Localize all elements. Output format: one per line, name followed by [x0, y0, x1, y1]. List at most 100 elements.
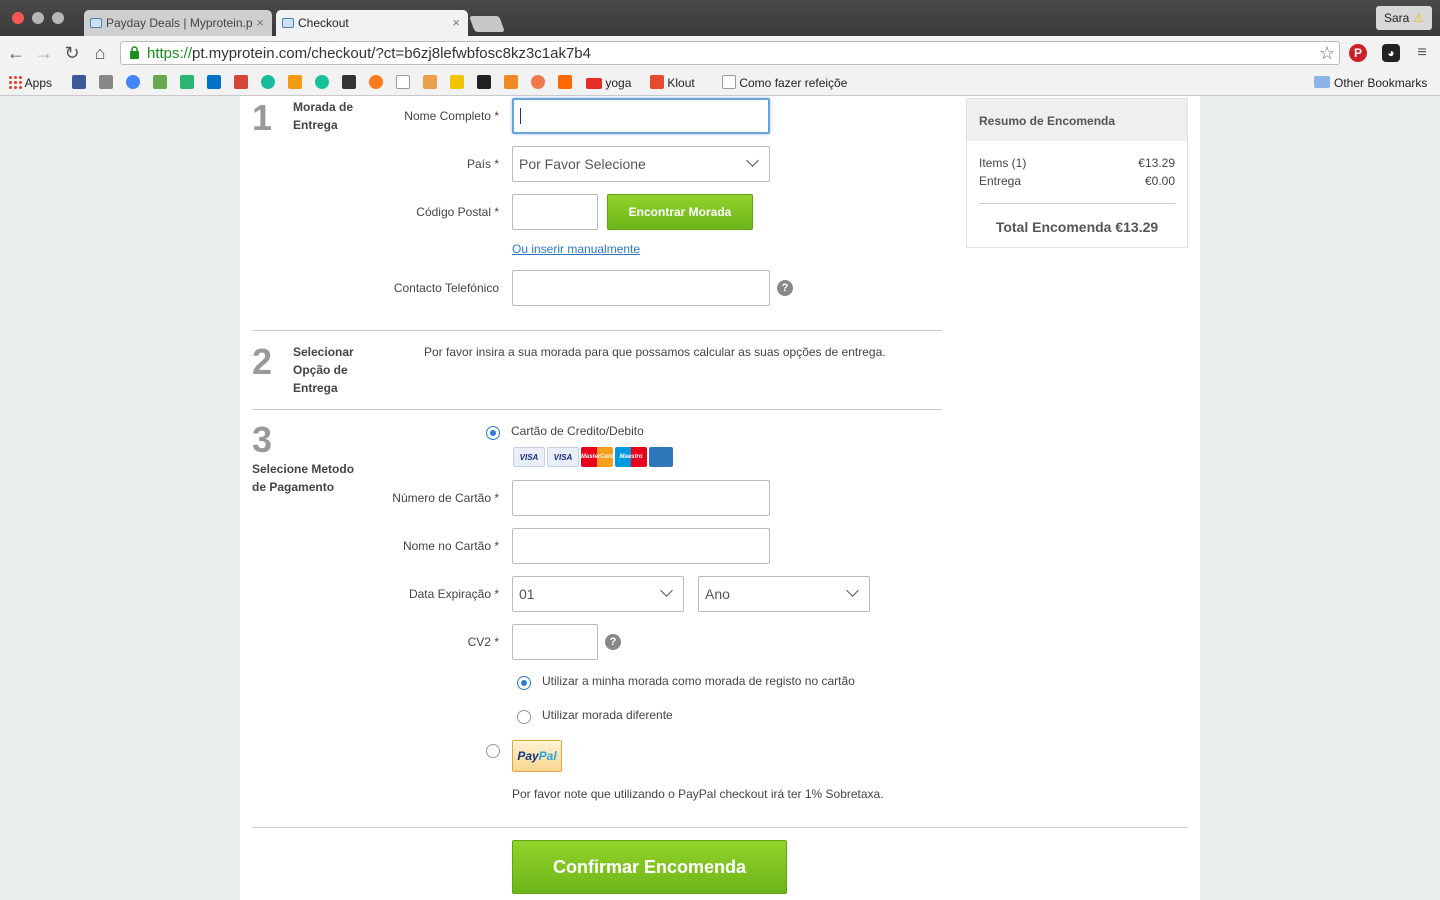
checkout-content: 1 Morada de Entrega Nome Completo * País… [240, 96, 1200, 900]
tab-checkout[interactable]: Checkout × [276, 10, 468, 36]
apps-grid-icon [8, 75, 22, 89]
chart-bookmark-icon[interactable] [288, 75, 302, 91]
section-divider [252, 330, 942, 331]
maestro-card-icon: Maestro [615, 447, 647, 467]
profile-button[interactable]: Sara ⚠ [1376, 6, 1432, 30]
codigo-postal-label: Código Postal * [416, 205, 499, 219]
warning-icon: ⚠ [1413, 11, 1425, 25]
step-title-line: Morada de [293, 100, 354, 114]
new-tab-button[interactable] [469, 16, 505, 32]
facebook-bookmark-icon[interactable] [72, 75, 86, 91]
badge-bookmark-icon[interactable] [504, 75, 518, 91]
google-bookmark-icon[interactable] [126, 75, 140, 91]
bookmarks-bar: Apps yoga Klout Como fazer refeiçõe Othe… [0, 70, 1440, 96]
paypal-radio[interactable] [486, 744, 500, 758]
use-other-address-radio[interactable] [517, 710, 531, 724]
page-bookmark-icon[interactable] [396, 75, 410, 91]
section-divider [252, 827, 1188, 828]
swirl-bookmark-icon[interactable] [531, 75, 545, 91]
close-window-button[interactable] [12, 12, 24, 24]
numero-cartao-input[interactable] [512, 480, 770, 516]
bookmark-label: yoga [605, 76, 632, 90]
help-icon[interactable]: ? [777, 280, 793, 296]
amex-card-icon: AMEX [649, 447, 673, 467]
paypal-logo-pay: Pay [517, 749, 539, 763]
bookmark-klout[interactable]: Klout [650, 75, 695, 91]
contacto-telefonico-input[interactable] [512, 270, 770, 306]
forward-arrow-icon[interactable]: → [34, 43, 54, 63]
card-payment-label: Cartão de Credito/Debito [511, 424, 644, 438]
help-icon[interactable]: ? [605, 634, 621, 650]
step-number: 1 [252, 97, 273, 138]
expiry-year-select[interactable]: Ano [698, 576, 870, 612]
grammarly-bookmark-icon[interactable] [315, 75, 329, 91]
car-bookmark-icon[interactable] [99, 75, 113, 91]
data-expiracao-label: Data Expiração * [408, 587, 499, 601]
pais-select[interactable]: Por Favor Selecione [512, 146, 770, 182]
summary-divider [979, 203, 1175, 204]
step-title-line: Selecionar [293, 345, 354, 359]
owl-bookmark-icon[interactable] [477, 75, 491, 91]
owl-extension-icon[interactable]: ◕ [1382, 44, 1400, 62]
nome-completo-input[interactable] [512, 98, 770, 134]
home-icon[interactable]: ⌂ [90, 43, 110, 63]
reload-icon[interactable]: ↻ [62, 43, 82, 63]
mastercard-icon: MasterCard [581, 447, 614, 467]
step-title: Selecione Metodo de Pagamento [252, 460, 354, 496]
zoom-window-button[interactable] [52, 12, 64, 24]
order-summary-title: Resumo de Encomenda [967, 99, 1187, 141]
tt-bookmark-icon[interactable] [450, 75, 464, 91]
bookmark-como-fazer[interactable]: Como fazer refeiçõe [722, 75, 856, 91]
minimize-window-button[interactable] [32, 12, 44, 24]
use-my-address-radio[interactable] [517, 676, 531, 690]
summary-items-row: Items (1) €13.29 [979, 156, 1175, 170]
hands-bookmark-icon[interactable] [423, 75, 437, 91]
expiry-month-select[interactable]: 01 [512, 576, 684, 612]
checkout-page: 1 Morada de Entrega Nome Completo * País… [240, 96, 1200, 900]
bookmark-star-icon[interactable]: ☆ [1319, 43, 1335, 64]
page-icon [722, 75, 736, 89]
bookmark-label: Apps [24, 76, 53, 90]
browser-toolbar: ← → ↻ ⌂ https://pt.myprotein.com/checkou… [0, 36, 1440, 70]
step-title-line: Entrega [293, 118, 338, 132]
gmail-bookmark-icon[interactable] [234, 75, 248, 91]
step-title: Morada de Entrega [293, 98, 353, 134]
visa-electron-card-icon: VISA [547, 447, 579, 467]
paypal-logo-icon[interactable]: PayPal [512, 740, 562, 772]
menu-icon[interactable]: ≡ [1412, 43, 1432, 63]
tab-title: Checkout [298, 16, 349, 30]
cv2-input[interactable] [512, 624, 598, 660]
step-title-line: de Pagamento [252, 480, 335, 494]
nome-cartao-input[interactable] [512, 528, 770, 564]
pinterest-icon[interactable]: P [1349, 44, 1367, 62]
bookmark-other[interactable]: Other Bookmarks [1314, 75, 1427, 91]
confirmar-encomenda-button[interactable]: Confirmar Encomenda [512, 840, 787, 894]
use-my-address-label: Utilizar a minha morada como morada de r… [542, 674, 855, 688]
card-payment-radio[interactable] [486, 426, 500, 440]
tab-close-icon[interactable]: × [256, 15, 264, 30]
encontrar-morada-button[interactable]: Encontrar Morada [607, 194, 753, 230]
bookmark-label: Other Bookmarks [1334, 76, 1428, 90]
tab-close-icon[interactable]: × [452, 15, 460, 30]
zapier-bookmark-icon[interactable] [369, 75, 383, 91]
codigo-postal-input[interactable] [512, 194, 598, 230]
address-bar[interactable]: https://pt.myprotein.com/checkout/?ct=b6… [120, 41, 1340, 65]
step-title-line: Opção de [293, 363, 348, 377]
back-arrow-icon[interactable]: ← [6, 43, 26, 63]
tool-bookmark-icon[interactable] [342, 75, 356, 91]
pencil-bookmark-icon[interactable] [180, 75, 194, 91]
gem-bookmark-icon[interactable] [261, 75, 275, 91]
pais-label: País * [466, 157, 499, 171]
bookmark-apps[interactable]: Apps [8, 75, 52, 91]
bookmark-yoga[interactable]: yoga [586, 75, 631, 91]
cv2-label: CV2 * [467, 635, 499, 649]
url-scheme: https:// [147, 45, 193, 62]
leaf-bookmark-icon[interactable] [153, 75, 167, 91]
tab-payday-deals[interactable]: Payday Deals | Myprotein.p × [84, 10, 272, 36]
inserir-manualmente-link[interactable]: Ou inserir manualmente [512, 242, 640, 256]
outlook-bookmark-icon[interactable] [207, 75, 221, 91]
youtube-icon [586, 78, 602, 89]
bookmark-label: Como fazer refeiçõe [739, 76, 848, 90]
avast-bookmark-icon[interactable] [558, 75, 572, 91]
step-title: Selecionar Opção de Entrega [293, 343, 354, 397]
